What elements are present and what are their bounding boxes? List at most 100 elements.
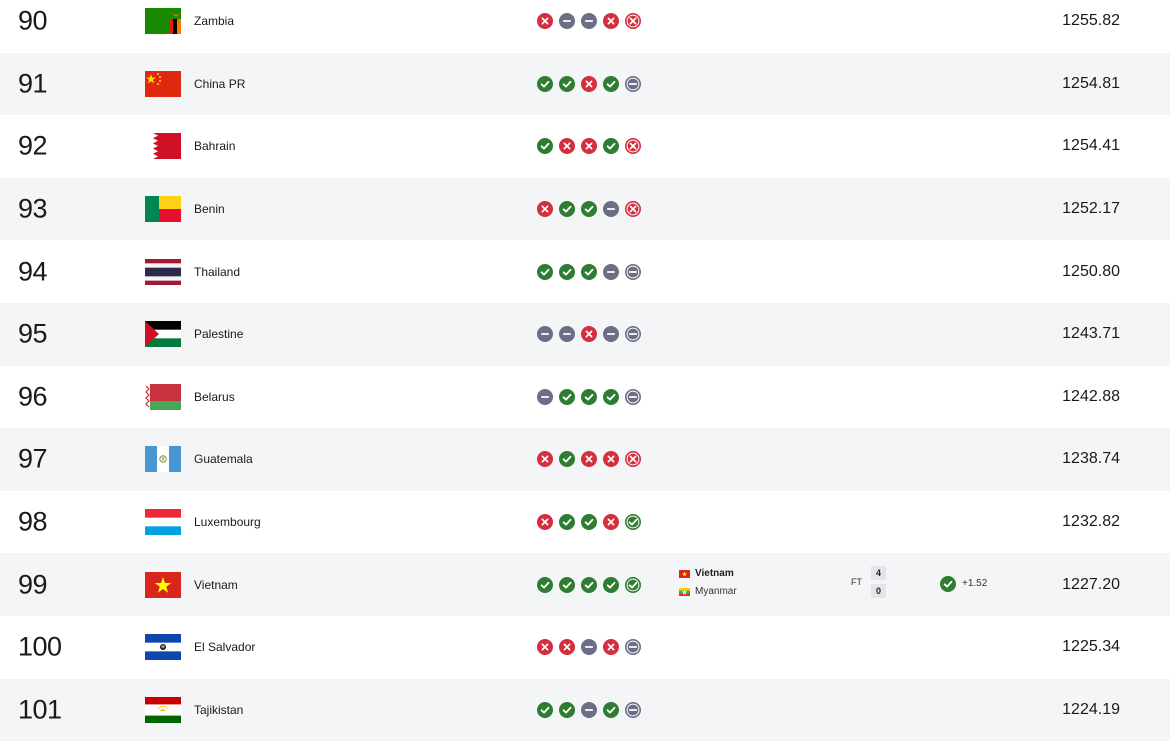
draw-icon (559, 326, 575, 343)
total-points: 1242.88 (1062, 387, 1120, 405)
guatemala-flag-icon (145, 446, 181, 473)
palestine-flag-icon (145, 321, 181, 348)
rank-number: 95 (18, 318, 48, 349)
draw-icon (603, 263, 619, 280)
recent-form (537, 514, 641, 531)
win-icon (940, 576, 956, 593)
match-home-name: Vietnam (695, 568, 734, 580)
team-name[interactable]: Belarus (194, 390, 235, 404)
rank-number: 97 (18, 443, 48, 474)
team-name[interactable]: China PR (194, 77, 245, 91)
team-name[interactable]: El Salvador (194, 640, 255, 654)
total-points: 1227.20 (1062, 575, 1120, 593)
total-points: 1255.82 (1062, 12, 1120, 30)
table-row[interactable]: 95 Palestine 1243.71 (0, 303, 1170, 366)
luxembourg-flag-icon (145, 509, 181, 536)
total-points: 1252.17 (1062, 200, 1120, 218)
win-icon (559, 75, 575, 92)
ranking-table: 90 Zambia 1255.82 91 China PR 1254.81 92 Bahrai… (0, 0, 1170, 741)
team-name[interactable]: Luxembourg (194, 515, 261, 529)
team-name[interactable]: Tajikistan (194, 703, 243, 717)
loss-icon (537, 451, 553, 468)
win-icon (537, 138, 553, 155)
draw-icon (625, 326, 641, 343)
team-name[interactable]: Benin (194, 202, 225, 216)
total-points: 1225.34 (1062, 638, 1120, 656)
recent-form (537, 639, 641, 656)
recent-form (537, 138, 641, 155)
table-row[interactable]: 91 China PR 1254.81 (0, 52, 1170, 116)
recent-form (537, 326, 641, 343)
win-icon (559, 451, 575, 468)
home-score: 4 (871, 566, 886, 581)
win-icon (581, 201, 597, 218)
team-name[interactable]: Guatemala (194, 452, 253, 466)
table-row[interactable]: 96 Belarus 1242.88 (0, 366, 1170, 429)
match-status: FT (851, 577, 862, 588)
rank-number: 91 (18, 68, 48, 99)
loss-icon (603, 13, 619, 30)
match-away-team: Myanmar (679, 586, 737, 597)
loss-icon (559, 138, 575, 155)
recent-form (537, 451, 641, 468)
table-row[interactable]: 97 Guatemala 1238.74 (0, 428, 1170, 491)
win-icon (581, 388, 597, 405)
table-row[interactable]: 94 Thailand 1250.80 (0, 240, 1170, 303)
draw-icon (625, 75, 641, 92)
team-name[interactable]: Zambia (194, 14, 234, 28)
latest-match[interactable]: Vietnam Myanmar FT 4 0 +1.52 (0, 553, 1170, 616)
total-points: 1238.74 (1062, 450, 1120, 468)
loss-icon (559, 639, 575, 656)
match-away-name: Myanmar (695, 586, 737, 598)
rank-number: 101 (18, 694, 62, 725)
team-name[interactable]: Bahrain (194, 139, 235, 153)
rank-number: 100 (18, 631, 62, 662)
loss-icon (625, 451, 641, 468)
loss-icon (625, 201, 641, 218)
loss-icon (581, 75, 597, 92)
loss-icon (581, 138, 597, 155)
table-row[interactable]: 90 Zambia 1255.82 (0, 0, 1170, 53)
recent-form (537, 75, 641, 92)
match-home-team: Vietnam (679, 568, 734, 579)
belarus-flag-icon (145, 383, 181, 410)
win-icon (537, 75, 553, 92)
win-icon (581, 263, 597, 280)
win-icon (581, 514, 597, 531)
table-row[interactable]: 98 Luxembourg 1232.82 (0, 491, 1170, 554)
draw-icon (603, 326, 619, 343)
tajikistan-flag-icon (145, 696, 181, 723)
table-row[interactable]: 92 Bahrain 1254.41 (0, 115, 1170, 178)
loss-icon (537, 514, 553, 531)
vietnam-flag-icon (679, 569, 690, 578)
loss-icon (625, 13, 641, 30)
table-row[interactable]: 99 Vietnam Vietnam Myanmar FT 4 0 +1.52 1227.20 (0, 553, 1170, 616)
team-name[interactable]: Palestine (194, 327, 243, 341)
win-icon (559, 514, 575, 531)
draw-icon (537, 326, 553, 343)
zambia-flag-icon (145, 8, 181, 35)
table-row[interactable]: 101 Tajikistan 1224.19 (0, 678, 1170, 741)
loss-icon (603, 639, 619, 656)
total-points: 1243.71 (1062, 325, 1120, 343)
win-icon (559, 201, 575, 218)
loss-icon (537, 639, 553, 656)
table-row[interactable]: 93 Benin 1252.17 (0, 177, 1170, 241)
recent-form (537, 13, 641, 30)
draw-icon (581, 701, 597, 718)
draw-icon (581, 13, 597, 30)
draw-icon (625, 263, 641, 280)
recent-form (537, 388, 641, 405)
total-points: 1254.41 (1062, 137, 1120, 155)
el-salvador-flag-icon (145, 634, 181, 661)
table-row[interactable]: 100 El Salvador 1225.34 (0, 616, 1170, 679)
total-points: 1250.80 (1062, 262, 1120, 280)
win-icon (603, 75, 619, 92)
recent-form (537, 701, 641, 718)
team-name[interactable]: Thailand (194, 265, 240, 279)
loss-icon (625, 138, 641, 155)
loss-icon (581, 451, 597, 468)
recent-form (537, 201, 641, 218)
draw-icon (625, 639, 641, 656)
loss-icon (537, 13, 553, 30)
